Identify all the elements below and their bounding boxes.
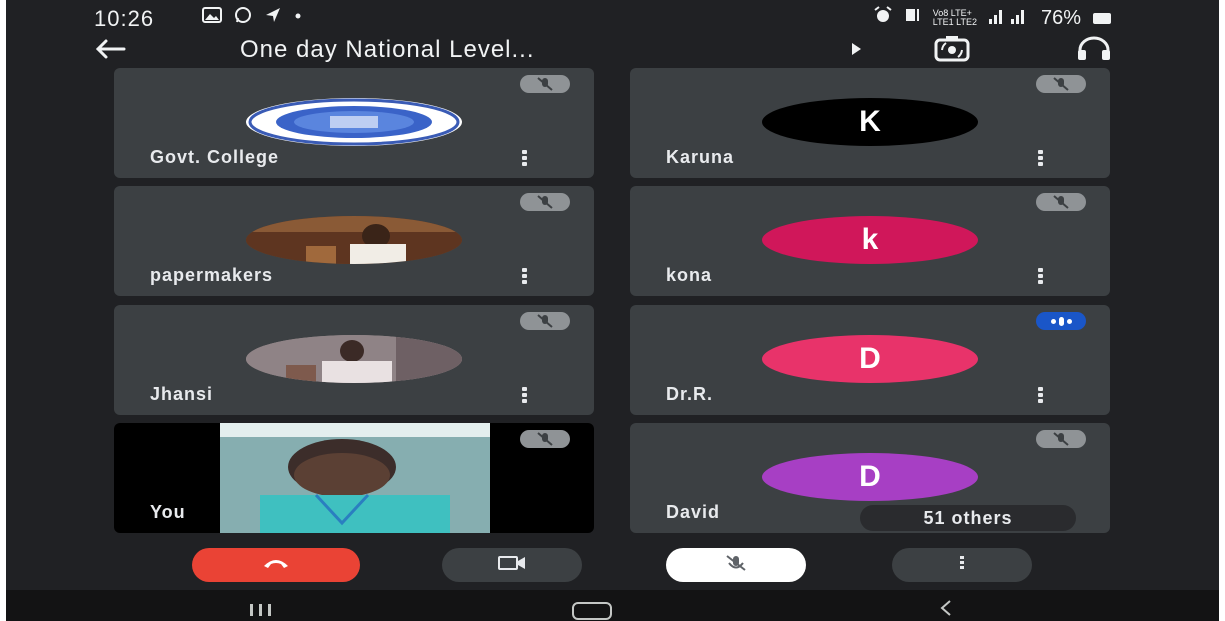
avatar: D bbox=[762, 335, 978, 383]
participant-name: You bbox=[150, 502, 186, 522]
dot-icon bbox=[294, 6, 302, 30]
avatar: k bbox=[762, 216, 978, 264]
back-icon[interactable] bbox=[936, 598, 956, 618]
more-vert-icon[interactable] bbox=[1038, 150, 1044, 166]
more-vert-icon[interactable] bbox=[1038, 268, 1044, 284]
meeting-title[interactable]: One day National Level... bbox=[240, 36, 535, 64]
participant-tile[interactable]: D David 51 others bbox=[630, 423, 1110, 533]
participant-tile[interactable]: papermakers bbox=[114, 186, 594, 296]
participant-tile[interactable]: Govt. College bbox=[114, 68, 594, 178]
participant-tile[interactable]: K Karuna bbox=[630, 68, 1110, 178]
participant-name: David bbox=[666, 502, 721, 522]
system-nav-bar bbox=[6, 590, 1219, 621]
participant-tile[interactable]: Jhansi bbox=[114, 305, 594, 415]
avatar: D bbox=[762, 453, 978, 501]
meeting-header: One day National Level... bbox=[6, 34, 1219, 68]
participant-name: Karuna bbox=[666, 147, 735, 167]
end-call-icon bbox=[261, 556, 291, 575]
camera-icon bbox=[498, 555, 526, 576]
others-count-button[interactable]: 51 others bbox=[860, 505, 1076, 531]
participant-name: Govt. College bbox=[150, 147, 280, 167]
participant-name: kona bbox=[666, 265, 713, 285]
participant-name: papermakers bbox=[150, 265, 274, 285]
home-icon[interactable] bbox=[572, 602, 612, 620]
mic-off-icon bbox=[520, 312, 570, 330]
play-arrow-icon[interactable] bbox=[852, 43, 861, 55]
more-vert-icon[interactable] bbox=[1038, 387, 1044, 403]
participant-tile[interactable]: D Dr.R. bbox=[630, 305, 1110, 415]
meet-screen: 10:26 Vo8 LTE+ LTE1 LTE2 76% One day Nat… bbox=[6, 0, 1219, 621]
college-logo bbox=[246, 98, 462, 146]
mic-off-icon bbox=[520, 430, 570, 448]
image-icon bbox=[202, 6, 222, 30]
avatar-photo bbox=[246, 216, 462, 264]
system-status: Vo8 LTE+ LTE1 LTE2 76% bbox=[873, 6, 1111, 30]
mute-notify-icon bbox=[903, 6, 923, 30]
headphones-icon[interactable] bbox=[1074, 34, 1114, 64]
mic-off-icon bbox=[520, 193, 570, 211]
mic-off-icon bbox=[1036, 193, 1086, 211]
mic-off-icon bbox=[1036, 75, 1086, 93]
more-vert-icon[interactable] bbox=[522, 387, 528, 403]
end-call-button[interactable] bbox=[192, 548, 360, 582]
notification-icons bbox=[202, 6, 302, 30]
battery-icon bbox=[1093, 12, 1111, 24]
speaking-indicator-icon bbox=[1036, 312, 1086, 330]
signal-icon bbox=[987, 7, 1031, 30]
avatar-photo bbox=[246, 335, 462, 383]
status-time: 10:26 bbox=[94, 6, 155, 31]
network-label: Vo8 LTE+ LTE1 LTE2 bbox=[932, 8, 977, 27]
back-arrow-icon[interactable] bbox=[90, 34, 130, 64]
mic-toggle-button[interactable] bbox=[666, 548, 806, 582]
camera-toggle-button[interactable] bbox=[442, 548, 582, 582]
alarm-icon bbox=[873, 6, 893, 30]
more-options-button[interactable] bbox=[892, 548, 1032, 582]
mic-off-icon bbox=[520, 75, 570, 93]
self-tile[interactable]: You bbox=[114, 423, 594, 533]
more-vert-icon bbox=[958, 554, 966, 577]
avatar: K bbox=[762, 98, 978, 146]
participant-name: Dr.R. bbox=[666, 384, 714, 404]
more-vert-icon[interactable] bbox=[522, 268, 528, 284]
battery-percent: 76% bbox=[1040, 6, 1081, 29]
more-vert-icon[interactable] bbox=[522, 150, 528, 166]
switch-camera-icon[interactable] bbox=[932, 34, 972, 64]
self-video-feed bbox=[220, 423, 490, 533]
navigation-icon bbox=[264, 6, 282, 30]
whatsapp-icon bbox=[234, 6, 252, 30]
mic-off-icon bbox=[722, 554, 750, 577]
participant-tile[interactable]: k kona bbox=[630, 186, 1110, 296]
participant-name: Jhansi bbox=[150, 384, 214, 404]
mic-off-icon bbox=[1036, 430, 1086, 448]
status-bar: 10:26 Vo8 LTE+ LTE1 LTE2 76% bbox=[6, 0, 1219, 34]
recent-apps-icon[interactable] bbox=[250, 604, 271, 616]
